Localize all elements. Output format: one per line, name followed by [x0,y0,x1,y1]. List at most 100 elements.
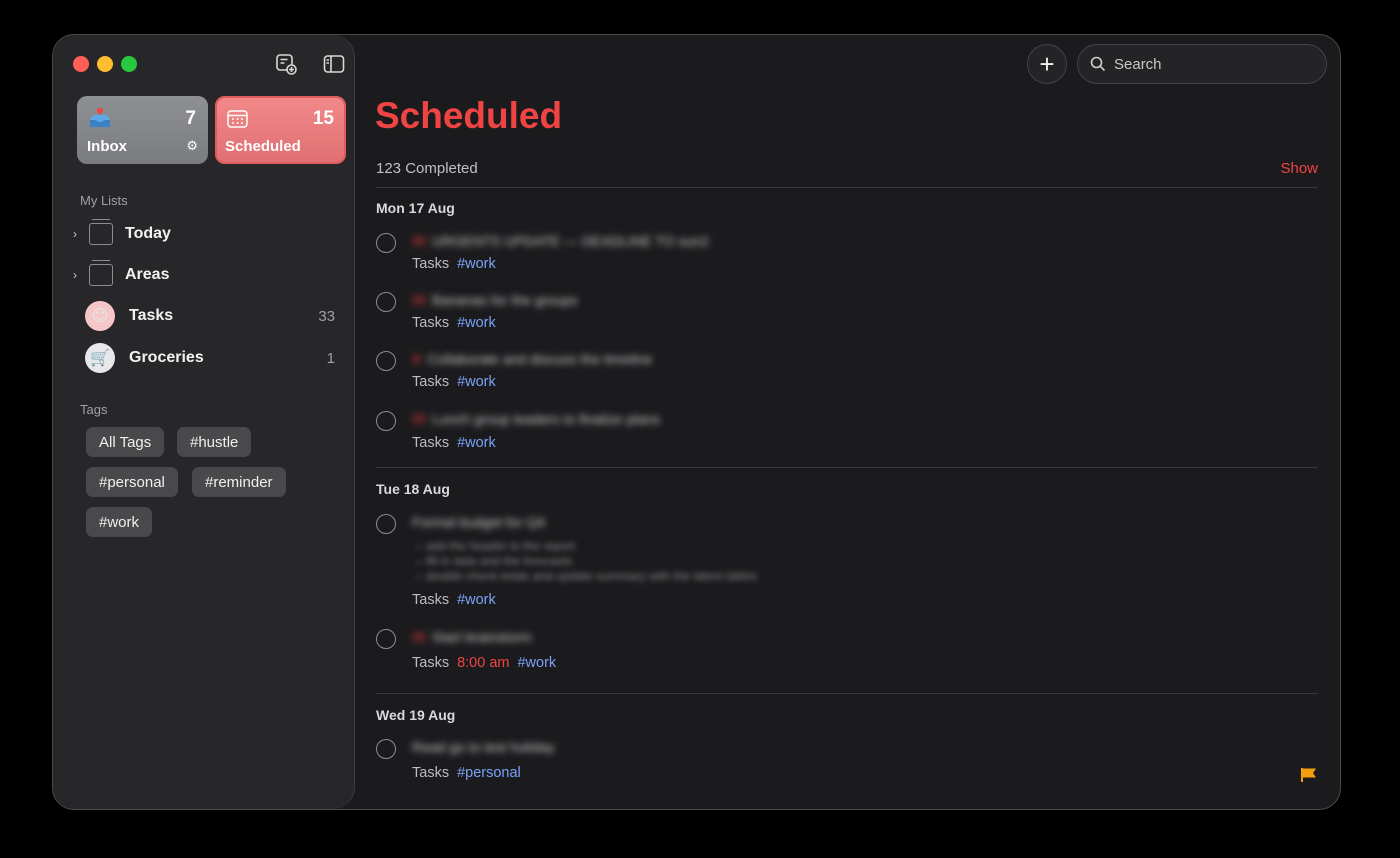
task-list-name: Tasks [412,256,450,272]
task-tag[interactable]: #work [457,315,496,331]
task-note: – double-check totals and update summary… [416,569,758,583]
tag-reminder[interactable]: #reminder [192,467,286,497]
task-title-text: Start brainstorm [432,629,532,645]
task-tag[interactable]: #work [457,374,496,390]
task-checkbox[interactable] [376,351,396,371]
window-controls [73,56,137,72]
sidebar-toggle-icon[interactable] [323,53,345,75]
task-title[interactable]: Formal budget for Q4 [412,514,545,530]
smile-emoji-icon: 😊 [85,301,115,331]
my-lists-heading: My Lists [80,193,128,208]
task-title-text: Lunch group leaders to finalize plans [432,411,661,427]
tag-hustle[interactable]: #hustle [177,427,252,457]
folder-icon [89,219,113,245]
sidebar-item-label: Tasks [129,307,174,324]
task-checkbox[interactable] [376,514,396,534]
task-row: !!! Lunch group leaders to finalize plans… [376,411,1318,455]
tag-personal[interactable]: #personal [86,467,178,497]
divider [376,187,1318,188]
task-title[interactable]: !!! Bananas for the groups [412,292,578,308]
sidebar-item-areas[interactable]: › Areas [73,259,335,291]
task-meta: Tasks #work [412,256,496,272]
sidebar-item-tasks[interactable]: 😊 Tasks 33 [73,300,335,332]
task-title-text: Read go to lest holiday [412,739,555,755]
task-title[interactable]: !!! URGENTS UPDATE — DEADLINE TO sun2 [412,233,709,249]
add-task-button[interactable]: + [1027,44,1067,84]
divider [376,467,1318,468]
task-meta: Tasks #work [412,315,496,331]
plus-icon: + [1039,49,1055,79]
task-note: – fill in data and the forecasts [416,554,573,568]
inbox-count: 7 [185,108,196,129]
scheduled-count: 15 [312,108,334,129]
search-icon [1090,56,1106,72]
task-title[interactable]: !!! Lunch group leaders to finalize plans [412,411,660,427]
sidebar-item-label: Groceries [129,349,204,366]
task-tag[interactable]: #work [457,256,496,272]
tag-work[interactable]: #work [86,507,153,537]
new-list-icon[interactable] [275,53,297,75]
task-tag[interactable]: #work [517,655,556,671]
task-tag[interactable]: #work [457,592,496,608]
task-list-name: Tasks [412,374,450,390]
app-window: 7 Inbox ⚙ 15 Scheduled My Lists › Today … [52,34,1341,810]
page-title: Scheduled [375,95,563,136]
search-field[interactable] [1077,44,1327,84]
task-meta: Tasks #work [412,435,496,451]
close-window-button[interactable] [73,56,89,72]
task-meta: Tasks #personal [412,765,521,781]
task-title-text: Collaborate and discuss the timeline [427,351,653,367]
task-due-time: 8:00 am [457,655,510,671]
task-list-name: Tasks [412,655,450,671]
search-input[interactable] [1114,55,1314,73]
smart-list-inbox[interactable]: 7 Inbox ⚙ [77,96,208,164]
task-tag[interactable]: #personal [457,765,521,781]
sidebar-item-label: Today [125,225,171,242]
day-header: Mon 17 Aug [376,200,455,216]
task-title-text: Formal budget for Q4 [412,514,546,530]
inbox-tray-icon [87,106,113,132]
task-list-name: Tasks [412,592,450,608]
tag-all-tags[interactable]: All Tags [86,427,165,457]
zoom-window-button[interactable] [121,56,137,72]
sidebar-item-today[interactable]: › Today [73,218,335,250]
inbox-label: Inbox [87,138,127,155]
sidebar-item-count: 1 [326,349,335,367]
chevron-right-icon[interactable]: › [73,227,87,241]
divider [376,693,1318,694]
task-list-name: Tasks [412,315,450,331]
task-row: Formal budget for Q4 – add the header to… [376,514,1318,612]
priority-marker: !!! [412,411,426,427]
task-checkbox[interactable] [376,411,396,431]
task-title[interactable]: !!! Start brainstorm [412,629,532,645]
flag-icon[interactable] [1300,767,1318,783]
task-list-name: Tasks [412,435,450,451]
show-completed-button[interactable]: Show [1280,160,1318,177]
task-title[interactable]: Read go to lest holiday [412,739,554,755]
task-title[interactable]: !! Collaborate and discuss the timeline [412,351,652,367]
gear-icon[interactable]: ⚙ [186,138,198,154]
tags-heading: Tags [80,402,108,417]
scheduled-label: Scheduled [225,138,301,155]
chevron-right-icon[interactable]: › [73,268,87,282]
cart-icon: 🛒 [85,343,115,373]
task-checkbox[interactable] [376,739,396,759]
task-checkbox[interactable] [376,233,396,253]
task-tag[interactable]: #work [457,435,496,451]
sidebar-item-label: Areas [125,266,170,283]
day-header: Wed 19 Aug [376,707,456,723]
completed-count: 123 Completed [376,160,478,177]
sidebar-item-groceries[interactable]: 🛒 Groceries 1 [73,342,335,374]
priority-marker: !!! [412,292,426,308]
smart-list-scheduled[interactable]: 15 Scheduled [215,96,346,164]
task-title-text: Bananas for the groups [432,292,578,308]
task-checkbox[interactable] [376,629,396,649]
task-meta: Tasks #work [412,374,496,390]
task-row: Read go to lest holiday Tasks #personal [376,739,1318,785]
task-checkbox[interactable] [376,292,396,312]
folder-icon [89,260,113,286]
task-row: !!! Start brainstorm Tasks 8:00 am #work [376,629,1318,673]
task-meta: Tasks #work [412,592,496,608]
task-list-name: Tasks [412,765,450,781]
minimize-window-button[interactable] [97,56,113,72]
